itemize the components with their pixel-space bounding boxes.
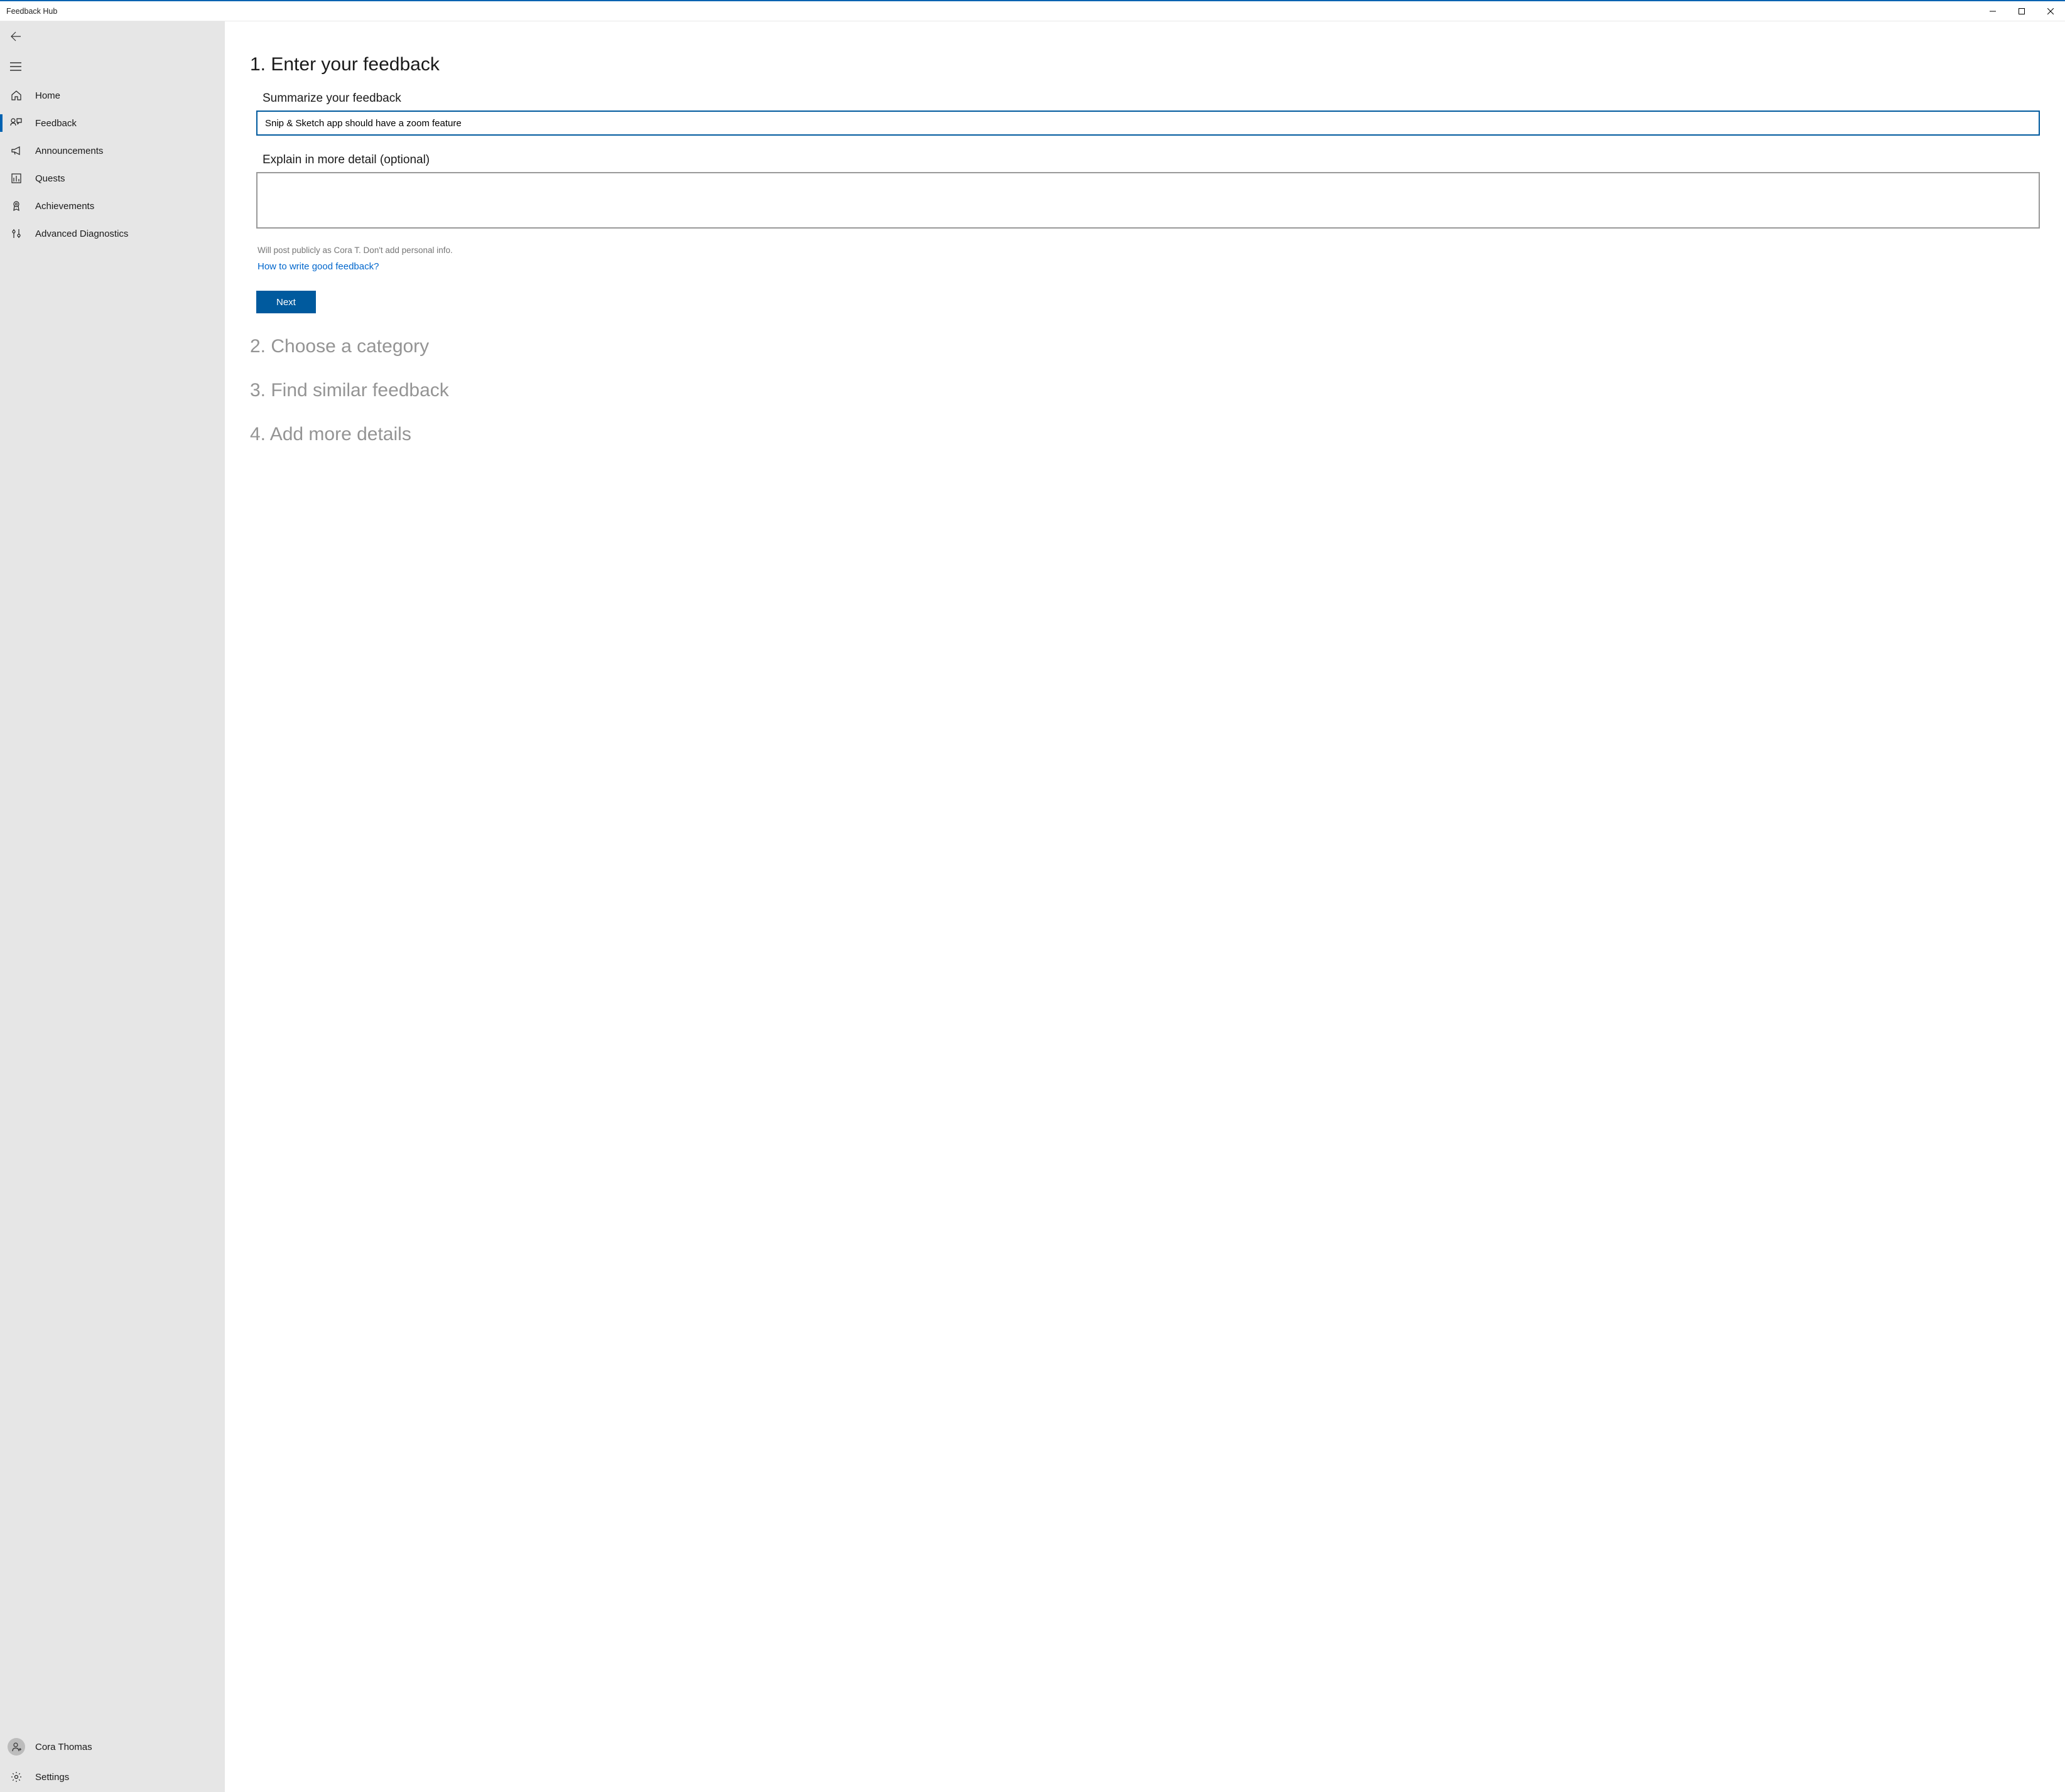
back-button[interactable] xyxy=(0,21,225,51)
summary-label: Summarize your feedback xyxy=(263,92,2040,105)
gear-icon xyxy=(10,1771,23,1783)
sidebar-item-label: Feedback xyxy=(35,118,77,129)
sidebar-item-quests[interactable]: Quests xyxy=(0,165,225,192)
sidebar: Home Feedback An xyxy=(0,21,225,1792)
window-controls xyxy=(1978,1,2065,21)
nav-list: Home Feedback An xyxy=(0,82,225,247)
diagnostics-icon xyxy=(10,227,23,240)
sidebar-item-label: Home xyxy=(35,90,60,101)
sidebar-item-label: Quests xyxy=(35,173,65,184)
minimize-button[interactable] xyxy=(1978,1,2007,21)
announcements-icon xyxy=(10,144,23,157)
sidebar-item-settings[interactable]: Settings xyxy=(0,1762,225,1792)
sidebar-item-achievements[interactable]: Achievements xyxy=(0,192,225,220)
minimize-icon xyxy=(1990,8,1996,14)
helper-text: Will post publicly as Cora T. Don't add … xyxy=(257,246,2040,255)
close-button[interactable] xyxy=(2036,1,2065,21)
sidebar-item-label: Settings xyxy=(35,1772,69,1783)
step1-heading: 1. Enter your feedback xyxy=(250,54,2040,75)
help-link[interactable]: How to write good feedback? xyxy=(257,261,379,272)
sidebar-item-announcements[interactable]: Announcements xyxy=(0,137,225,165)
avatar xyxy=(8,1738,25,1756)
maximize-button[interactable] xyxy=(2007,1,2036,21)
achievements-icon xyxy=(10,200,23,212)
user-name: Cora Thomas xyxy=(35,1742,92,1752)
close-icon xyxy=(2047,8,2054,14)
sidebar-item-feedback[interactable]: Feedback xyxy=(0,109,225,137)
titlebar: Feedback Hub xyxy=(0,1,2065,21)
sidebar-item-label: Achievements xyxy=(35,201,94,212)
sidebar-item-diagnostics[interactable]: Advanced Diagnostics xyxy=(0,220,225,247)
step3-heading: 3. Find similar feedback xyxy=(250,380,2040,401)
back-arrow-icon xyxy=(10,31,21,42)
home-icon xyxy=(10,89,23,102)
maximize-icon xyxy=(2019,8,2025,14)
window-title: Feedback Hub xyxy=(6,7,1978,16)
detail-label: Explain in more detail (optional) xyxy=(263,153,2040,167)
summary-input[interactable] xyxy=(256,111,2040,136)
step4-heading: 4. Add more details xyxy=(250,424,2040,445)
main-content: 1. Enter your feedback Summarize your fe… xyxy=(225,21,2065,1792)
hamburger-icon xyxy=(10,62,21,71)
quests-icon xyxy=(10,172,23,185)
person-add-icon xyxy=(11,1741,22,1752)
sidebar-item-user[interactable]: Cora Thomas xyxy=(0,1732,225,1762)
detail-textarea[interactable] xyxy=(256,172,2040,229)
feedback-icon xyxy=(10,117,23,129)
sidebar-item-label: Announcements xyxy=(35,146,103,156)
next-button[interactable]: Next xyxy=(256,291,316,313)
hamburger-button[interactable] xyxy=(0,51,225,82)
sidebar-item-label: Advanced Diagnostics xyxy=(35,229,128,239)
sidebar-item-home[interactable]: Home xyxy=(0,82,225,109)
step2-heading: 2. Choose a category xyxy=(250,336,2040,357)
